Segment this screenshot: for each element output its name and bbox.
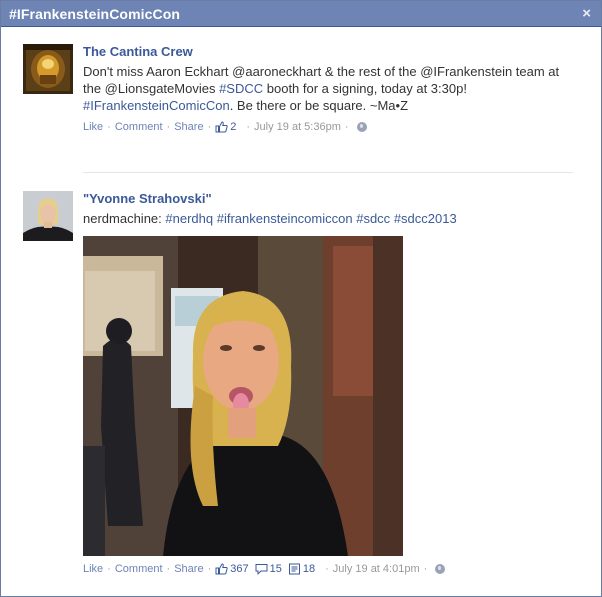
separator: · <box>423 563 428 575</box>
dialog-titlebar: #IFrankensteinComicCon × <box>1 1 601 27</box>
hashtag-dialog: #IFrankensteinComicCon × The Cantina Cre… <box>0 0 602 597</box>
separator: · <box>325 563 329 575</box>
like-count-value: 2 <box>230 121 237 133</box>
post-actions: Like · Comment · Share · 367 15 18 · Jul… <box>83 563 573 575</box>
thumbs-up-icon <box>215 563 228 575</box>
share-count-value: 18 <box>302 563 316 575</box>
separator: · <box>107 121 111 133</box>
separator: · <box>344 121 349 133</box>
thumbs-up-icon <box>215 121 228 133</box>
hashtag-link[interactable]: #sdcc2013 <box>394 211 457 226</box>
like-count[interactable]: 2 <box>215 121 236 133</box>
hashtag-link[interactable]: #sdcc <box>356 211 390 226</box>
globe-icon <box>356 122 367 132</box>
like-link[interactable]: Like <box>83 563 103 575</box>
share-count[interactable]: 18 <box>288 563 315 575</box>
separator: · <box>207 563 212 575</box>
post-author[interactable]: "Yvonne Strahovski" <box>83 191 573 206</box>
share-icon <box>288 563 300 575</box>
post-timestamp[interactable]: July 19 at 4:01pm <box>333 563 420 575</box>
like-count-value: 367 <box>230 563 249 575</box>
globe-icon <box>435 564 446 574</box>
share-link[interactable]: Share <box>174 563 203 575</box>
post-text: nerdmachine: #nerdhq #ifrankensteincomic… <box>83 210 573 227</box>
post-photo[interactable] <box>83 236 403 556</box>
hashtag-link[interactable]: #IFrankensteinComicCon <box>83 98 230 113</box>
share-link[interactable]: Share <box>174 121 203 133</box>
post-body: The Cantina Crew Don't miss Aaron Eckhar… <box>83 44 573 133</box>
avatar[interactable] <box>23 191 73 241</box>
post-text-segment: . Be there or be square. ~Ma•Z <box>229 98 409 113</box>
hashtag-link[interactable]: #SDCC <box>219 81 263 96</box>
post-body: "Yvonne Strahovski" nerdmachine: #nerdhq… <box>83 191 573 575</box>
dialog-title: #IFrankensteinComicCon <box>9 5 181 22</box>
separator: · <box>246 121 251 133</box>
hashtag-link[interactable]: #nerdhq <box>165 211 213 226</box>
comment-link[interactable]: Comment <box>115 563 163 575</box>
comment-link[interactable]: Comment <box>115 121 163 133</box>
comment-bubble-icon <box>255 564 268 575</box>
avatar[interactable] <box>23 44 73 94</box>
separator: · <box>166 563 171 575</box>
post-text-segment: nerdmachine: <box>83 211 166 226</box>
post-text: Don't miss Aaron Eckhart @aaroneckhart &… <box>83 63 573 114</box>
separator: · <box>166 121 171 133</box>
post-actions: Like · Comment · Share · 2 · July 19 at … <box>83 121 573 133</box>
post-text-segment: booth for a signing, today at 3:30p! <box>263 81 467 96</box>
like-link[interactable]: Like <box>83 121 103 133</box>
comment-count[interactable]: 15 <box>255 563 282 575</box>
post-author[interactable]: The Cantina Crew <box>83 44 573 59</box>
post-divider <box>83 172 573 173</box>
close-icon[interactable]: × <box>582 6 591 21</box>
post-timestamp[interactable]: July 19 at 5:36pm <box>254 121 341 133</box>
comment-count-value: 15 <box>269 563 282 575</box>
hashtag-link[interactable]: #ifrankensteincomiccon <box>217 211 353 226</box>
like-count[interactable]: 367 <box>215 563 249 575</box>
separator: · <box>207 121 212 133</box>
separator: · <box>107 563 111 575</box>
